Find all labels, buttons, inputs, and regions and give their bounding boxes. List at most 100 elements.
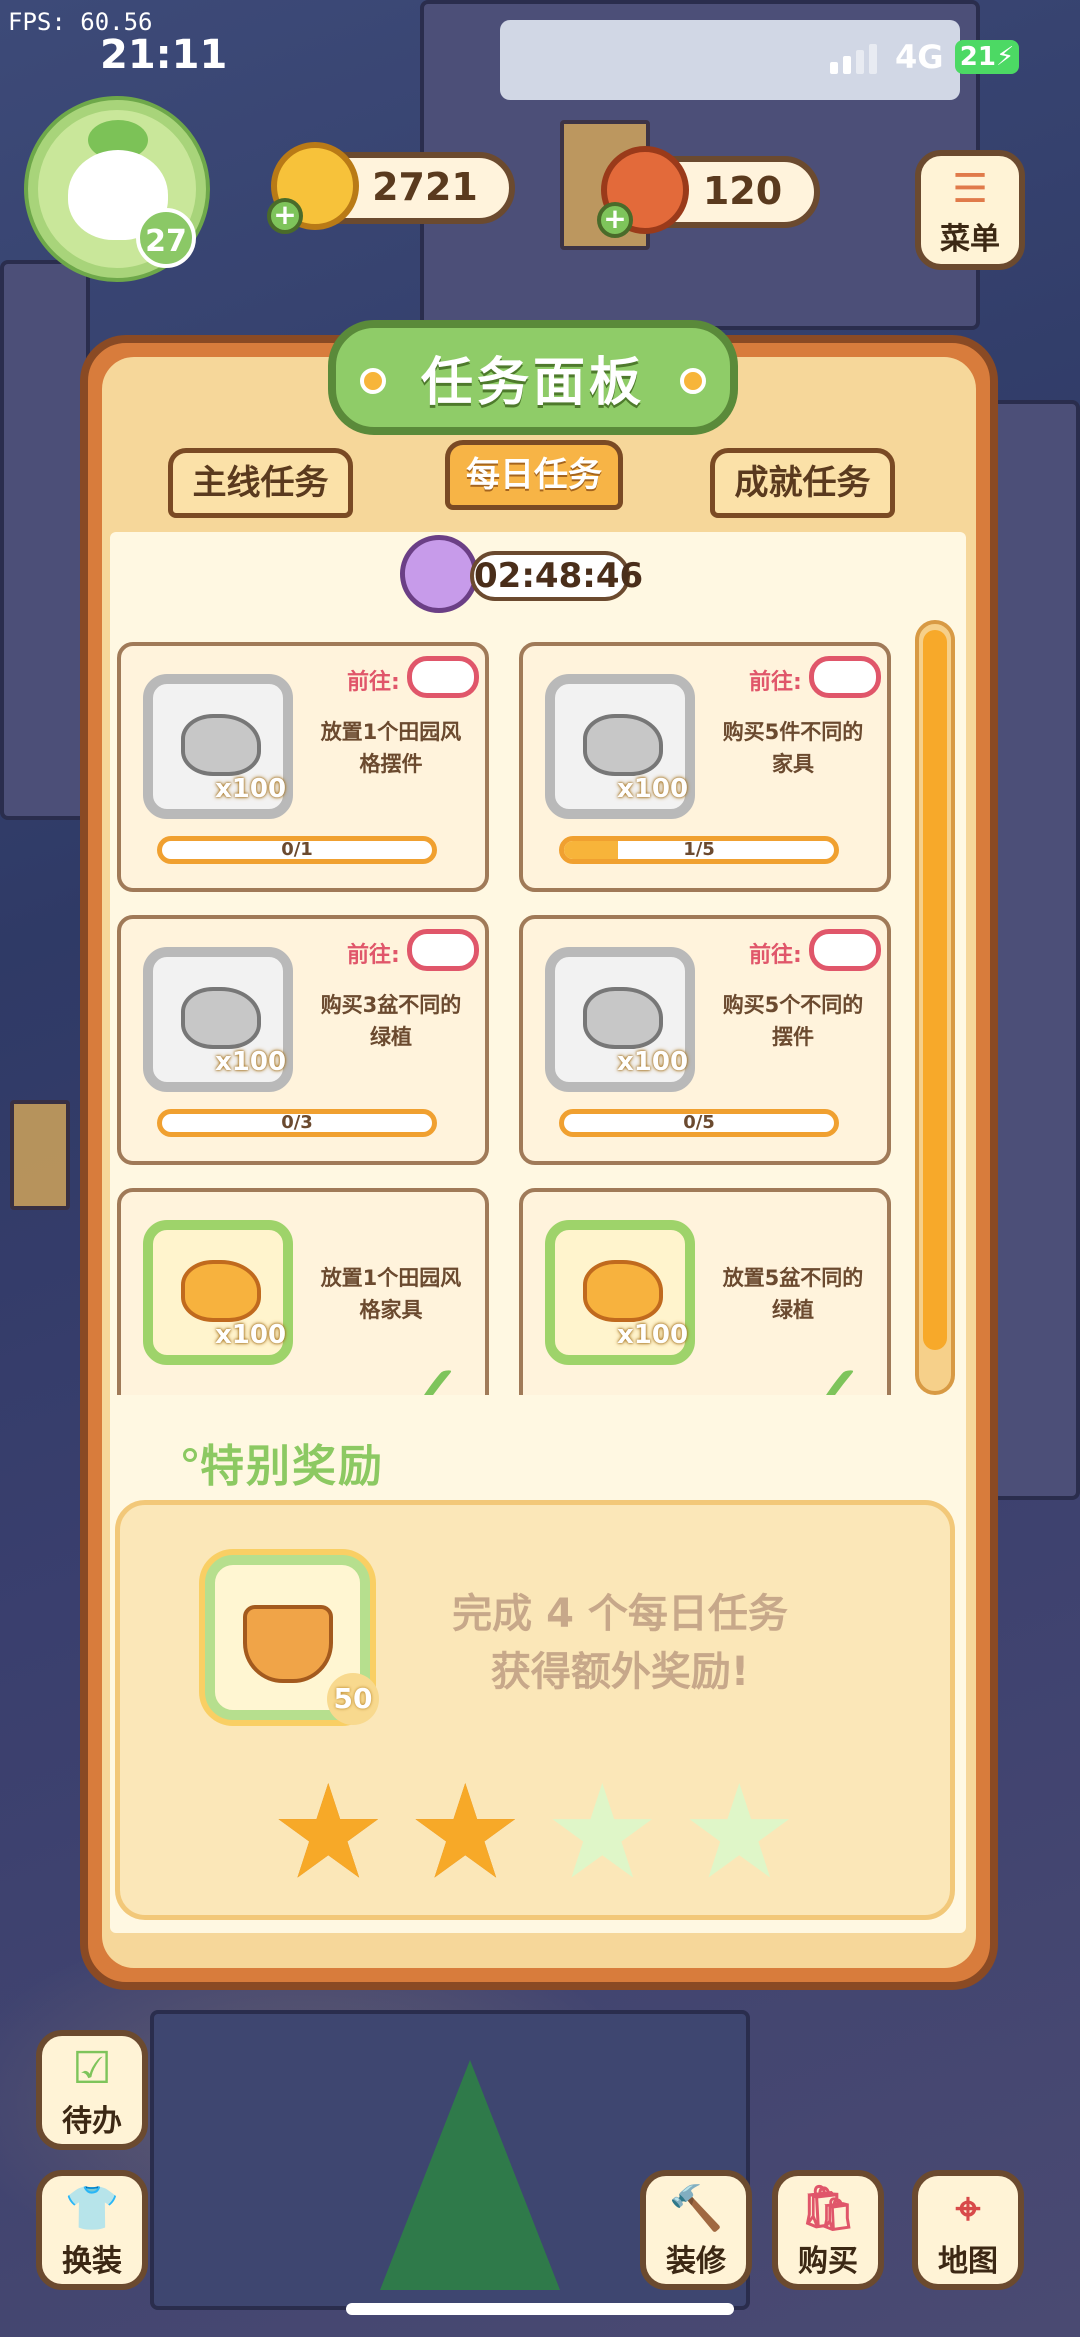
carrot-counter[interactable]: + 120 xyxy=(597,146,820,238)
todo-icon: ☑ xyxy=(72,2043,112,2094)
reward-slot: x100 xyxy=(143,1220,293,1365)
map-button[interactable]: ⌖ 地图 xyxy=(912,2170,1024,2290)
bullet-icon xyxy=(183,1448,197,1462)
go-label: 前往: xyxy=(749,670,802,695)
special-reward-title: 特别奖励 xyxy=(200,1441,384,1492)
scrollbar-thumb[interactable] xyxy=(923,630,947,1350)
coin-value: 2721 xyxy=(372,165,478,209)
go-label: 前往: xyxy=(347,943,400,968)
network-type: 4G xyxy=(895,38,944,76)
special-reward-text: 完成 4 个每日任务 获得额外奖励! xyxy=(410,1585,830,1701)
reward-qty: x100 xyxy=(215,1047,287,1077)
player-avatar[interactable]: 27 xyxy=(28,100,206,278)
progress-text: 0/5 xyxy=(683,1112,715,1133)
go-arrow-button[interactable] xyxy=(407,656,479,698)
go-arrow-button[interactable] xyxy=(407,929,479,971)
outfit-icon: 👕 xyxy=(64,2183,120,2234)
menu-label: 菜单 xyxy=(940,222,1000,257)
star-progress: ★ ★ ★ ★ xyxy=(270,1756,798,1908)
progress-text: 0/1 xyxy=(281,839,313,860)
panel-title-text: 任务面板 xyxy=(420,353,645,413)
task-description: 放置1个田园风格摆件 xyxy=(320,720,462,776)
task-list[interactable]: x100 前往: 放置1个田园风格摆件 0/1 x100 前往: 购买5件不同的… xyxy=(115,640,895,1395)
check-icon: ✓ xyxy=(793,1352,868,1396)
map-label: 地图 xyxy=(938,2244,998,2279)
menu-button[interactable]: ☰ 菜单 xyxy=(915,150,1025,270)
reward-qty: x100 xyxy=(215,774,287,804)
fruit-basket-icon xyxy=(243,1605,333,1683)
special-reward-slot[interactable]: 50 xyxy=(205,1555,379,1725)
decorate-icon: 🔨 xyxy=(668,2183,724,2234)
carrot-value: 120 xyxy=(702,169,783,213)
star-empty-icon: ★ xyxy=(544,1756,661,1908)
progress-text: 0/3 xyxy=(281,1112,313,1133)
home-indicator[interactable] xyxy=(346,2303,734,2315)
status-bar: FPS: 60.56 21:11 4G 21⚡ xyxy=(0,0,1080,90)
progress-text: 1/5 xyxy=(683,839,715,860)
task-card: x100 前往: 放置1个田园风格摆件 0/1 xyxy=(117,642,489,892)
star-filled-icon: ★ xyxy=(407,1756,524,1908)
title-dot-icon xyxy=(360,368,386,394)
shop-button[interactable]: 🛍 购买 xyxy=(772,2170,884,2290)
special-reward-line1: 完成 4 个每日任务 xyxy=(452,1591,788,1637)
tab-main-tasks[interactable]: 主线任务 xyxy=(168,448,353,518)
timer-value: 02:48:46 xyxy=(470,551,643,601)
todo-label: 待办 xyxy=(62,2104,122,2139)
reward-qty: x100 xyxy=(617,774,689,804)
clock: 21:11 xyxy=(100,32,228,78)
stone-icon xyxy=(181,714,261,776)
coin-counter[interactable]: + 2721 xyxy=(267,142,515,234)
go-arrow-button[interactable] xyxy=(809,929,881,971)
task-description: 购买3盆不同的绿植 xyxy=(320,993,462,1049)
map-icon: ⌖ xyxy=(955,2183,981,2234)
go-arrow-button[interactable] xyxy=(809,656,881,698)
special-reward-line2: 获得额外奖励! xyxy=(490,1649,750,1695)
signal-icon xyxy=(830,44,877,74)
todo-button[interactable]: ☑ 待办 xyxy=(36,2030,148,2150)
stone-icon xyxy=(583,987,663,1049)
battery-icon: 21⚡ xyxy=(955,40,1019,74)
reward-slot: x100 xyxy=(545,947,695,1092)
reward-slot: x100 xyxy=(545,674,695,819)
task-card: x100 前往: 购买5件不同的家具 1/5 xyxy=(519,642,891,892)
tab-achievement-tasks[interactable]: 成就任务 xyxy=(710,448,895,518)
task-description: 购买5件不同的家具 xyxy=(722,720,864,776)
outfit-button[interactable]: 👕 换装 xyxy=(36,2170,148,2290)
decorate-button[interactable]: 🔨 装修 xyxy=(640,2170,752,2290)
reward-qty: x100 xyxy=(617,1320,689,1350)
task-card-completed: x100 放置1个田园风格家具 ✓ xyxy=(117,1188,489,1395)
progress-bar: 0/1 xyxy=(157,836,437,864)
task-card: x100 前往: 购买3盆不同的绿植 0/3 xyxy=(117,915,489,1165)
progress-bar: 0/5 xyxy=(559,1109,839,1137)
stone-icon xyxy=(181,987,261,1049)
special-reward-card: 50 完成 4 个每日任务 获得额外奖励! ★ ★ ★ ★ xyxy=(115,1500,955,1920)
add-carrot-button[interactable]: + xyxy=(597,202,633,238)
refresh-timer: 02:48:46 xyxy=(393,528,643,655)
task-card: x100 前往: 购买5个不同的摆件 0/5 xyxy=(519,915,891,1165)
task-list-scrollbar[interactable] xyxy=(915,620,955,1395)
shop-label: 购买 xyxy=(798,2244,858,2279)
progress-bar: 0/3 xyxy=(157,1109,437,1137)
star-empty-icon: ★ xyxy=(681,1756,798,1908)
special-reward-qty: 50 xyxy=(327,1673,379,1725)
tab-daily-tasks[interactable]: 每日任务 xyxy=(445,440,623,510)
reward-slot: x100 xyxy=(143,947,293,1092)
reward-qty: x100 xyxy=(617,1047,689,1077)
panel-title: 任务面板 xyxy=(328,320,738,435)
star-filled-icon: ★ xyxy=(270,1756,387,1908)
add-coin-button[interactable]: + xyxy=(267,198,303,234)
task-card-completed: x100 放置5盆不同的绿植 ✓ xyxy=(519,1188,891,1395)
christmas-tree-icon xyxy=(380,2060,560,2290)
decorate-label: 装修 xyxy=(666,2244,726,2279)
reward-slot: x100 xyxy=(143,674,293,819)
outfit-label: 换装 xyxy=(62,2244,122,2279)
gold-ore-icon xyxy=(181,1260,261,1322)
reward-slot: x100 xyxy=(545,1220,695,1365)
stone-icon xyxy=(583,714,663,776)
go-label: 前往: xyxy=(749,943,802,968)
progress-bar: 1/5 xyxy=(559,836,839,864)
task-description: 购买5个不同的摆件 xyxy=(722,993,864,1049)
task-description: 放置1个田园风格家具 xyxy=(320,1266,462,1322)
task-description: 放置5盆不同的绿植 xyxy=(722,1266,864,1322)
battery-level: 21 xyxy=(959,42,996,72)
